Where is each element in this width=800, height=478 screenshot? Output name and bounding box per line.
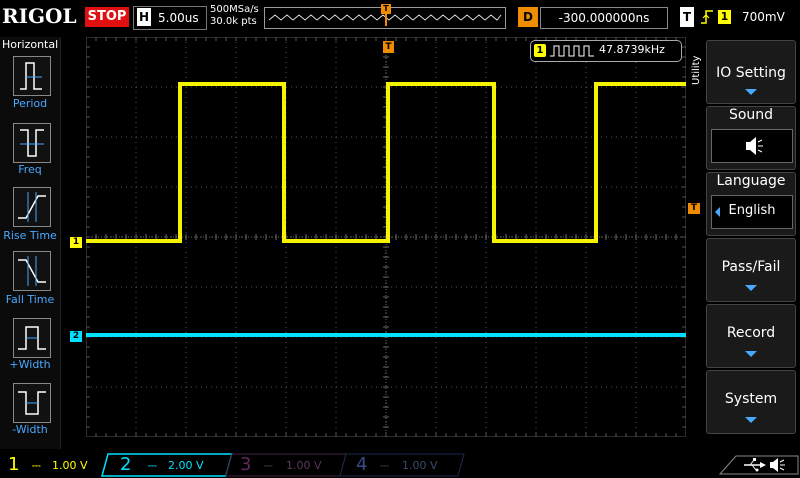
positive-width-label: +Width	[9, 358, 51, 371]
chevron-down-icon	[745, 417, 757, 423]
language-button[interactable]: Language English	[706, 172, 796, 236]
chevron-down-icon	[745, 89, 757, 95]
ch2-coupling-icon: ⎓	[148, 459, 157, 472]
negative-width-label: -Width	[12, 423, 48, 436]
record-label: Record	[726, 325, 776, 341]
timebase-value: 5.00us	[158, 11, 199, 25]
measurement-channel-badge: 1	[534, 44, 546, 57]
trigger-letter: T	[680, 7, 694, 27]
acquisition-info: 500MSa/s 30.0k pts	[210, 4, 259, 28]
period-icon[interactable]	[13, 56, 51, 96]
language-selector[interactable]: English	[711, 195, 793, 229]
language-label: Language	[716, 173, 786, 189]
record-button[interactable]: Record	[706, 304, 796, 368]
ch4-scale[interactable]: 1.00 V	[402, 459, 438, 473]
io-setting-button[interactable]: IO Setting	[706, 40, 796, 104]
freq-measure-icon	[550, 45, 594, 57]
fall-time-icon[interactable]	[13, 251, 51, 291]
chevron-down-icon	[745, 351, 757, 357]
freq-icon[interactable]	[13, 123, 51, 163]
rise-time-label: Rise Time	[3, 229, 57, 242]
trigger-position-marker[interactable]: T	[383, 41, 394, 53]
positive-width-icon[interactable]	[13, 318, 51, 358]
trigger-level-value[interactable]: 700mV	[742, 8, 785, 26]
ch4-coupling-icon: ⎓	[380, 459, 389, 472]
period-label: Period	[12, 97, 48, 110]
trigger-source-badge[interactable]: 1	[718, 10, 731, 24]
pass-fail-label: Pass/Fail	[721, 259, 781, 275]
pass-fail-button[interactable]: Pass/Fail	[706, 238, 796, 302]
ch1-scale[interactable]: 1.00 V	[52, 459, 88, 473]
ch1-number[interactable]: 1	[8, 454, 19, 476]
negative-width-icon[interactable]	[13, 383, 51, 423]
measurement-value: 47.8739kHz	[599, 43, 665, 56]
delay-letter: D	[518, 7, 538, 27]
io-setting-label: IO Setting	[716, 65, 786, 81]
memory-position-bar[interactable]: T	[264, 4, 506, 29]
ch2-scale[interactable]: 2.00 V	[168, 459, 204, 473]
top-status-bar: RIGOL STOP H 5.00us 500MSa/s 30.0k pts T…	[0, 0, 800, 36]
brand-logo: RIGOL	[2, 4, 77, 28]
language-value: English	[728, 203, 776, 218]
horizontal-measure-menu: Horizontal Period Freq Rise Time Fall Ti…	[0, 37, 61, 449]
frequency-measurement-readout[interactable]: 1 47.8739kHz	[530, 40, 682, 62]
status-icons	[718, 455, 799, 475]
fall-time-label: Fall Time	[5, 293, 55, 306]
ch3-number[interactable]: 3	[240, 454, 251, 476]
system-button[interactable]: System	[706, 370, 796, 434]
freq-label: Freq	[18, 163, 42, 176]
ch2-offset-marker[interactable]: 2	[70, 331, 82, 342]
memory-depth: 30.0k pts	[210, 16, 257, 27]
waveform-display[interactable]	[86, 37, 686, 437]
timebase-box[interactable]: H 5.00us	[133, 6, 207, 30]
ch2-number[interactable]: 2	[120, 454, 131, 476]
timebase-letter: H	[137, 8, 151, 26]
sample-rate: 500MSa/s	[210, 4, 259, 15]
system-label: System	[724, 391, 778, 407]
rising-edge-icon	[700, 9, 714, 29]
ch1-offset-marker[interactable]: 1	[70, 237, 82, 248]
memory-trigger-marker: T	[381, 4, 391, 14]
ch3-coupling-icon: ⎓	[264, 459, 273, 472]
rise-time-icon[interactable]	[13, 187, 51, 227]
left-menu-title: Horizontal	[2, 38, 59, 51]
sound-button[interactable]: Sound	[706, 106, 796, 170]
ch1-coupling-icon: ⎓	[32, 459, 41, 472]
sound-toggle[interactable]	[711, 129, 793, 163]
ch4-number[interactable]: 4	[356, 454, 367, 476]
utility-softkey-menu: IO Setting Sound Language English Pass/F…	[688, 37, 800, 449]
ch3-scale[interactable]: 1.00 V	[286, 459, 322, 473]
speaker-icon	[746, 137, 763, 155]
channel-status-bar: 1 ⎓ 1.00 V 2 ⎓ 2.00 V 3 ⎓ 1.00 V 4 ⎓ 1.0…	[0, 452, 800, 478]
trigger-delay-value[interactable]: -300.000000ns	[540, 7, 668, 29]
run-stop-button[interactable]: STOP	[85, 7, 129, 27]
sound-label: Sound	[728, 107, 774, 123]
chevron-down-icon	[745, 285, 757, 291]
